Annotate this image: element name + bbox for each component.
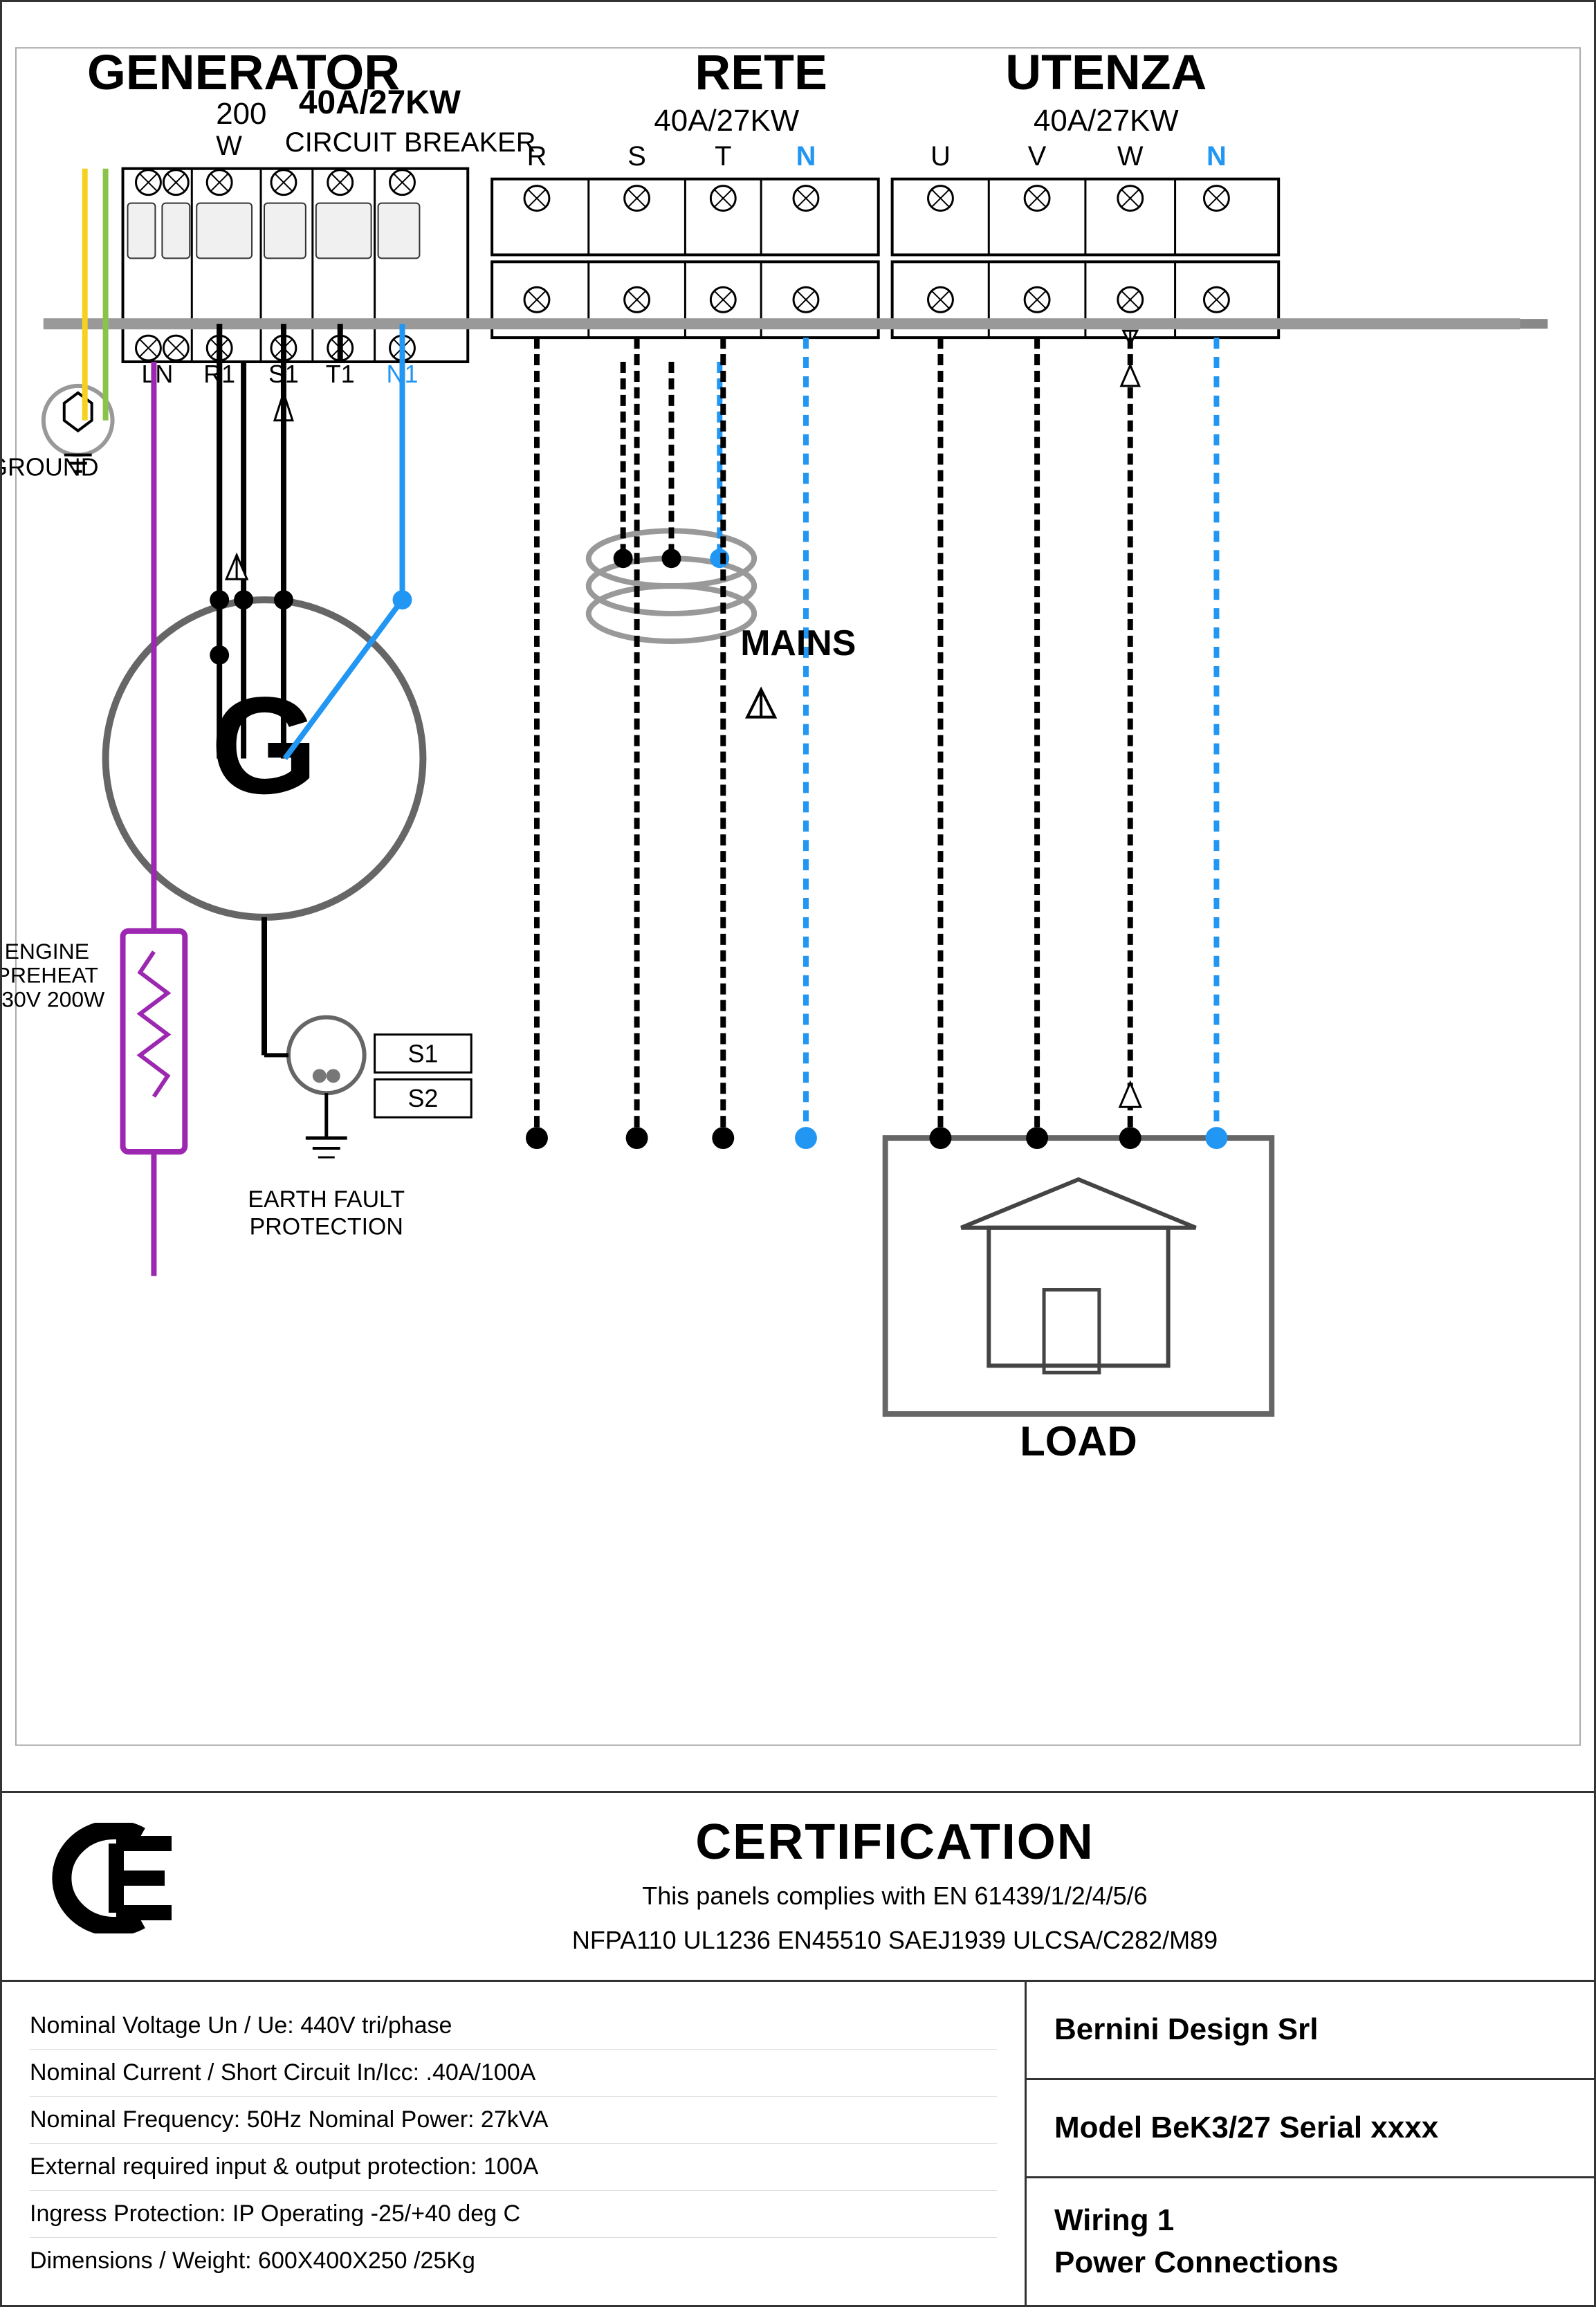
- svg-text:T1: T1: [326, 360, 355, 388]
- svg-text:G: G: [210, 668, 318, 822]
- company-block: Bernini Design Srl: [1027, 1982, 1594, 2080]
- certification-section: CERTIFICATION This panels complies with …: [2, 1793, 1594, 1982]
- svg-text:EARTH FAULT: EARTH FAULT: [248, 1186, 405, 1213]
- wiring-label: Wiring 1 Power Connections: [1054, 2199, 1339, 2284]
- svg-text:LN: LN: [141, 360, 173, 388]
- info-section: Nominal Voltage Un / Ue: 440V tri/phase …: [2, 1982, 1594, 2305]
- certification-text: CERTIFICATION This panels complies with …: [237, 1814, 1552, 1959]
- current-info: Nominal Current / Short Circuit In/Icc: …: [30, 2050, 997, 2097]
- svg-text:S: S: [627, 141, 646, 172]
- svg-text:W: W: [216, 131, 242, 161]
- svg-text:PROTECTION: PROTECTION: [250, 1214, 403, 1240]
- wiring-block: Wiring 1 Power Connections: [1027, 2178, 1594, 2305]
- svg-text:LOAD: LOAD: [1020, 1418, 1137, 1464]
- ce-mark: [44, 1823, 182, 1950]
- svg-text:230V 200W: 230V 200W: [2, 987, 104, 1012]
- svg-text:PREHEAT: PREHEAT: [2, 963, 98, 988]
- protection-info: External required input & output protect…: [30, 2144, 997, 2191]
- svg-text:R: R: [527, 141, 547, 172]
- svg-text:40A/27KW: 40A/27KW: [299, 84, 461, 121]
- diagram-area: GENERATOR 200 40A/27KW W CIRCUIT BREAKER…: [2, 2, 1594, 1793]
- voltage-info: Nominal Voltage Un / Ue: 440V tri/phase: [30, 2003, 997, 2050]
- cert-line2: NFPA110 UL1236 EN45510 SAEJ1939 ULCSA/C2…: [237, 1922, 1552, 1959]
- svg-text:CIRCUIT BREAKER: CIRCUIT BREAKER: [285, 127, 536, 158]
- svg-text:N: N: [796, 141, 816, 172]
- frequency-info: Nominal Frequency: 50Hz Nominal Power: 2…: [30, 2097, 997, 2144]
- svg-text:V: V: [1028, 141, 1047, 172]
- ingress-info: Ingress Protection: IP Operating -25/+40…: [30, 2191, 997, 2238]
- info-right: Bernini Design Srl Model BeK3/27 Serial …: [1027, 1982, 1594, 2305]
- cert-line1: This panels complies with EN 61439/1/2/4…: [237, 1877, 1552, 1915]
- wiring-diagram: GENERATOR 200 40A/27KW W CIRCUIT BREAKER…: [2, 2, 1594, 1791]
- company-name: Bernini Design Srl: [1054, 2012, 1318, 2047]
- svg-text:N: N: [1207, 141, 1227, 172]
- info-left: Nominal Voltage Un / Ue: 440V tri/phase …: [2, 1982, 1027, 2305]
- model-number: Model BeK3/27 Serial xxxx: [1054, 2111, 1438, 2145]
- dimensions-info: Dimensions / Weight: 600X400X250 /25Kg: [30, 2238, 997, 2284]
- model-block: Model BeK3/27 Serial xxxx: [1027, 2080, 1594, 2178]
- svg-text:U: U: [930, 141, 951, 172]
- svg-text:40A/27KW: 40A/27KW: [654, 104, 799, 138]
- svg-text:40A/27KW: 40A/27KW: [1034, 104, 1179, 138]
- svg-text:RETE: RETE: [695, 45, 827, 100]
- svg-text:S2: S2: [407, 1085, 438, 1112]
- svg-text:MAINS: MAINS: [740, 623, 856, 663]
- svg-text:S1: S1: [407, 1040, 438, 1067]
- svg-text:T: T: [715, 141, 731, 172]
- svg-text:ENGINE: ENGINE: [5, 939, 89, 964]
- svg-text:W: W: [1117, 141, 1144, 172]
- svg-text:200: 200: [216, 97, 266, 131]
- svg-text:GROUND: GROUND: [2, 454, 99, 481]
- svg-text:UTENZA: UTENZA: [1005, 45, 1207, 100]
- cert-title: CERTIFICATION: [237, 1814, 1552, 1871]
